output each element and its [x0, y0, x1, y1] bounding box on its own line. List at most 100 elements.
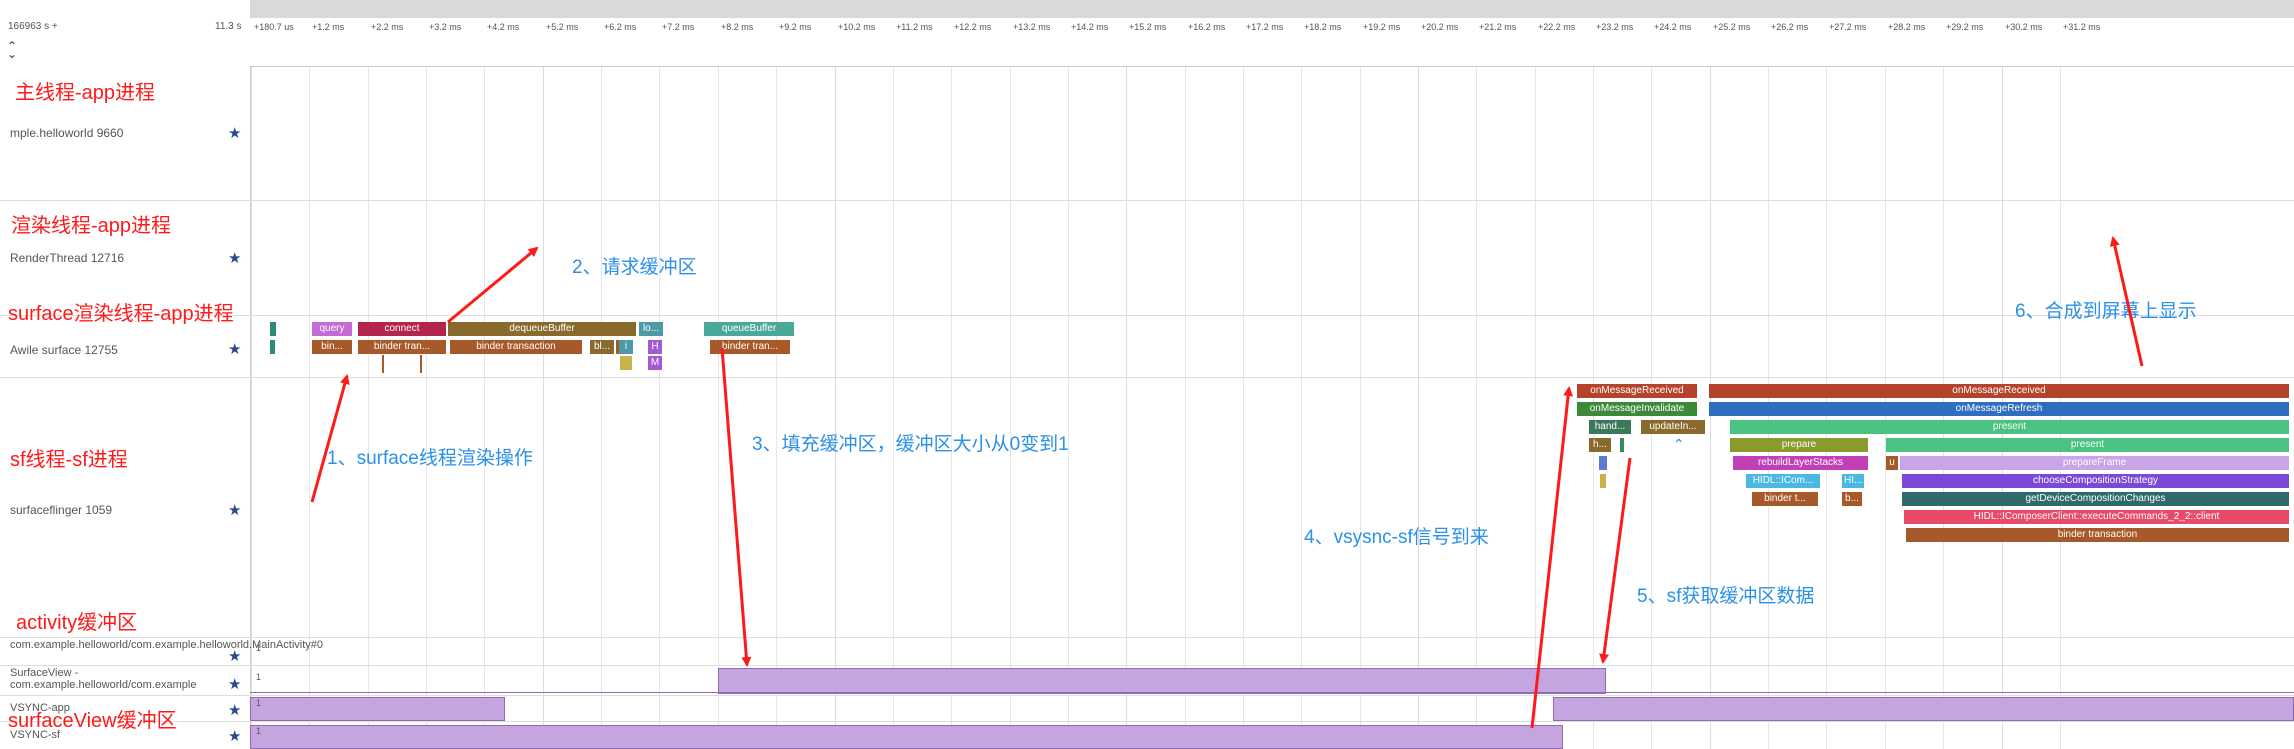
gridline [718, 18, 719, 749]
star-icon[interactable]: ★ [228, 249, 241, 267]
slice-i[interactable]: i [619, 340, 633, 354]
slice-updateInputFlinger[interactable]: updateIn... [1641, 420, 1705, 434]
gridline [1126, 18, 1127, 749]
surfaceview-buffer-counter[interactable] [718, 668, 1606, 694]
gridline [1068, 18, 1069, 749]
ruler-tick-label: +21.2 ms [1479, 22, 1517, 32]
slice-M[interactable]: M [648, 356, 662, 370]
track-separator [0, 200, 2294, 201]
star-icon[interactable]: ★ [228, 675, 241, 693]
slice-H[interactable]: H [648, 340, 662, 354]
ruler-tick-label: +15.2 ms [1129, 22, 1167, 32]
slice-onMessageReceived[interactable]: onMessageReceived [1577, 384, 1697, 398]
track-render-thread[interactable]: RenderThread 12716 [10, 251, 124, 265]
slice-prepareFrame[interactable]: prepareFrame [1900, 456, 2289, 470]
annotation-step5: 5、sf获取缓冲区数据 [1637, 586, 1815, 607]
track-surface-thread[interactable]: Awile surface 12755 [10, 343, 118, 357]
track-surfaceview-buffer[interactable]: SurfaceView - com.example.helloworld/com… [10, 667, 215, 691]
slice-connect[interactable]: connect [358, 322, 446, 336]
annotation-step6: 6、合成到屏幕上显示 [2015, 301, 2197, 322]
slice-binder[interactable]: b... [1842, 492, 1862, 506]
flow-arrow-icon: ⌃ [1673, 436, 1685, 452]
slice-lo[interactable]: lo... [639, 322, 663, 336]
slice-HIDL[interactable]: HI... [1842, 474, 1864, 488]
star-icon[interactable]: ★ [228, 647, 241, 665]
slice-dequeueBuffer[interactable]: dequeueBuffer [448, 322, 636, 336]
slice-executeCommands[interactable]: HIDL::IComposerClient::executeCommands_2… [1904, 510, 2289, 524]
vsync-app-counter[interactable] [1553, 697, 2294, 721]
ruler-tick-label: +22.2 ms [1538, 22, 1576, 32]
slice-prepare[interactable]: prepare [1730, 438, 1868, 452]
slice[interactable] [1600, 474, 1606, 488]
slice-onMessageRefresh[interactable]: onMessageRefresh [1709, 402, 2289, 416]
gridline [1418, 18, 1419, 749]
star-icon[interactable]: ★ [228, 124, 241, 142]
slice-onMessageReceived[interactable]: onMessageReceived [1709, 384, 2289, 398]
slice-binder[interactable]: bin... [312, 340, 352, 354]
slice-rebuildLayerStacks[interactable]: rebuildLayerStacks [1733, 456, 1868, 470]
gridline [1535, 18, 1536, 749]
slice-handle[interactable]: hand... [1589, 420, 1631, 434]
slice[interactable] [620, 356, 632, 370]
track-activity-buffer[interactable]: com.example.helloworld/com.example.hello… [10, 639, 323, 651]
ruler-tick-label: +26.2 ms [1771, 22, 1809, 32]
chevron-double-icon[interactable]: ⌃ ⌄ [7, 40, 17, 60]
slice-binder-transaction[interactable]: binder t... [1752, 492, 1818, 506]
vsync-sf-counter[interactable] [250, 725, 1563, 749]
track-separator [0, 637, 2294, 638]
star-icon[interactable]: ★ [228, 501, 241, 519]
slice-u[interactable]: u [1886, 456, 1898, 470]
slice-HIDL-IComposer[interactable]: HIDL::ICom... [1746, 474, 1820, 488]
slice-chooseCompositionStrategy[interactable]: chooseCompositionStrategy [1902, 474, 2289, 488]
slice-query[interactable]: query [312, 322, 352, 336]
slice[interactable] [270, 322, 276, 336]
star-icon[interactable]: ★ [228, 701, 241, 719]
slice[interactable] [270, 340, 275, 354]
annotation-surfaceview-buffer: surfaceView缓冲区 [8, 710, 177, 732]
slice-binder-transaction[interactable]: binder tran... [710, 340, 790, 354]
track-surfaceflinger[interactable]: surfaceflinger 1059 [10, 503, 112, 517]
slice-binder-transaction[interactable]: binder transaction [450, 340, 582, 354]
arrow-step5 [1599, 457, 1632, 664]
slice[interactable] [1599, 456, 1607, 470]
counter-baseline [250, 692, 2294, 693]
arrow-step3 [720, 347, 752, 667]
ruler-tick-label: +30.2 ms [2005, 22, 2043, 32]
slice-marker [382, 355, 384, 373]
counter-value: 1 [256, 672, 262, 682]
star-icon[interactable]: ★ [228, 727, 241, 745]
slice-queueBuffer[interactable]: queueBuffer [704, 322, 794, 336]
counter-value: 1 [256, 698, 262, 708]
track-main-thread[interactable]: mple.helloworld 9660 [10, 126, 123, 140]
ruler-tick-label: +3.2 ms [429, 22, 462, 32]
slice-h[interactable]: h... [1589, 438, 1611, 452]
ruler-tick-label: +25.2 ms [1713, 22, 1751, 32]
annotation-render-thread: 渲染线程-app进程 [11, 215, 172, 237]
vsync-app-counter[interactable] [250, 697, 505, 721]
gridline [368, 18, 369, 749]
ruler-tick-label: +14.2 ms [1071, 22, 1109, 32]
slice-present[interactable]: present [1730, 420, 2289, 434]
slice-getDeviceCompositionChanges[interactable]: getDeviceCompositionChanges [1902, 492, 2289, 506]
gridline [659, 18, 660, 749]
slice-present[interactable]: present [1886, 438, 2289, 452]
star-icon[interactable]: ★ [228, 340, 241, 358]
overview-timeline[interactable] [250, 0, 2294, 18]
counter-value: 1 [256, 726, 262, 736]
slice-binder-transaction[interactable]: binder transaction [1906, 528, 2289, 542]
arrow-step1 [310, 374, 350, 503]
slice-marker [420, 355, 422, 373]
ruler-tick-label: +9.2 ms [779, 22, 812, 32]
gridline [1185, 18, 1186, 749]
annotation-surface-thread: surface渲染线程-app进程 [8, 303, 234, 325]
trace-start-time: 166963 s + [8, 21, 58, 32]
slice[interactable] [1620, 438, 1624, 452]
ruler-tick-label: +27.2 ms [1829, 22, 1867, 32]
slice-bl[interactable]: bl... [590, 340, 614, 354]
slice-onMessageInvalidate[interactable]: onMessageInvalidate [1577, 402, 1697, 416]
track-separator [0, 377, 2294, 378]
gridline [1301, 18, 1302, 749]
ruler-tick-label: +8.2 ms [721, 22, 754, 32]
slice-binder-transaction[interactable]: binder tran... [358, 340, 446, 354]
track-separator [0, 665, 2294, 666]
